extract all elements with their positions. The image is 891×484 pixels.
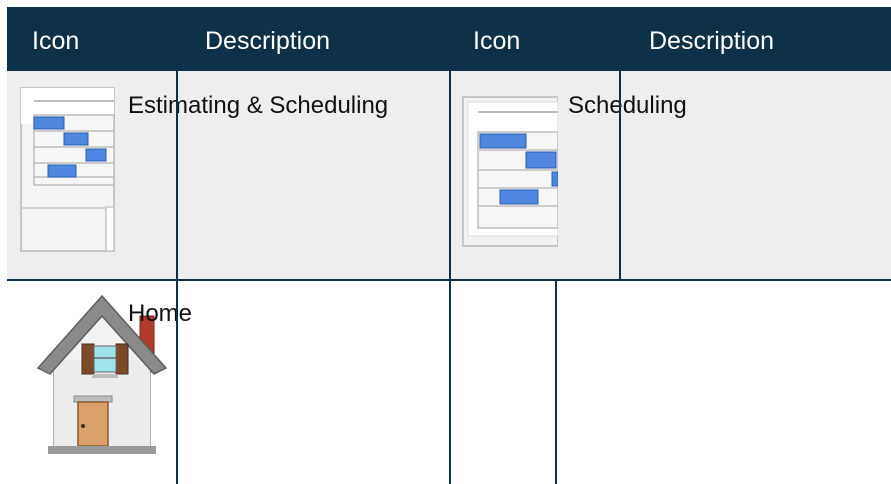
description-home: Home (128, 300, 193, 327)
column-divider (619, 71, 621, 279)
column-divider (176, 71, 178, 484)
scheduling-icon (462, 96, 558, 247)
header-icon-2: Icon (473, 27, 521, 55)
header-description: Description (205, 27, 331, 55)
header-icon: Icon (32, 27, 80, 55)
estimating-scheduling-icon (20, 87, 115, 252)
header-description-2: Description (649, 27, 775, 55)
description-estimating-scheduling: Estimating & Scheduling (128, 92, 389, 119)
column-divider (555, 281, 557, 484)
table-header: Icon Description Icon Description (7, 7, 891, 71)
description-scheduling: Scheduling (568, 92, 687, 119)
column-divider (449, 71, 451, 484)
